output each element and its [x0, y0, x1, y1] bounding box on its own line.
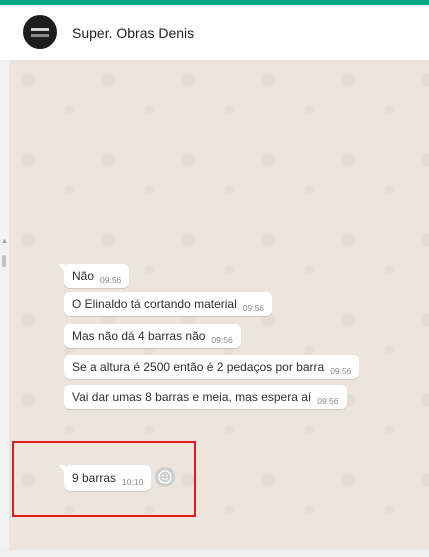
avatar-logo-mark: [31, 28, 49, 31]
message-text: Se a altura é 2500 então é 2 pedaços por…: [72, 360, 325, 374]
avatar-logo-bar: [31, 34, 49, 37]
contact-name[interactable]: Super. Obras Denis: [72, 25, 194, 41]
chat-header[interactable]: Super. Obras Denis: [0, 5, 429, 60]
scroll-thumb[interactable]: [2, 255, 6, 267]
message-time: 09:56: [100, 275, 122, 285]
compose-area-edge: [0, 550, 429, 557]
message-bubble[interactable]: Mas não dá 4 barras não 09:56: [64, 324, 241, 348]
message-bubble[interactable]: O Elinaldo tá cortando material 09:56: [64, 292, 273, 316]
message-time: 09:56: [317, 396, 339, 406]
highlight-box: [12, 441, 196, 517]
scroll-up-arrow-icon[interactable]: ▲: [1, 238, 8, 245]
message-text: O Elinaldo tá cortando material: [72, 297, 237, 311]
message-time: 09:56: [330, 366, 352, 376]
contact-avatar[interactable]: [23, 15, 57, 49]
message-bubble[interactable]: Se a altura é 2500 então é 2 pedaços por…: [64, 355, 360, 379]
message-text: Não: [72, 269, 95, 283]
scrollbar[interactable]: ▲: [0, 60, 9, 550]
message-text: Vai dar umas 8 barras e meia, mas espera…: [72, 390, 312, 404]
message-text: Mas não dá 4 barras não: [72, 329, 206, 343]
message-time: 09:56: [211, 335, 233, 345]
message-bubble[interactable]: Não 09:56: [57, 264, 130, 288]
message-bubble[interactable]: Vai dar umas 8 barras e meia, mas espera…: [64, 385, 347, 409]
message-time: 09:56: [242, 303, 265, 313]
